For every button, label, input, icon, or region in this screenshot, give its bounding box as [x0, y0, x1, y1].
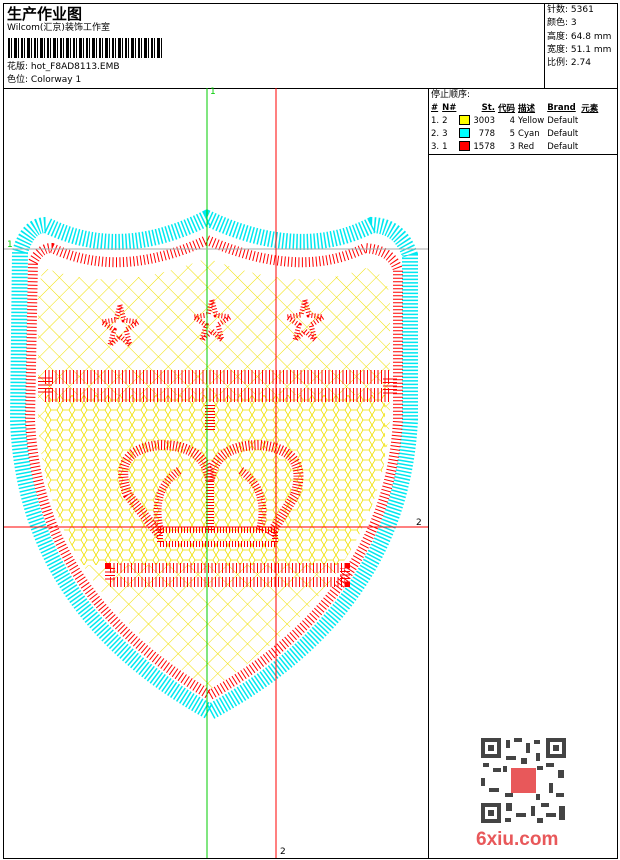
guide-label-1-top: 1 [210, 87, 216, 97]
guide-label-2-right: 2 [416, 518, 422, 528]
shield-design [9, 209, 418, 722]
production-worksheet: 生产作业图 Wilcom(汇京)装饰工作室 花版: hot_F8AD8113.E… [0, 0, 620, 860]
guide-label-2-bottom: 2 [280, 847, 286, 857]
qr-code [481, 738, 566, 823]
embroidery-preview [4, 88, 428, 858]
guide-label-1-left: 1 [7, 240, 13, 250]
watermark-logo: 6xiu.com [476, 829, 559, 850]
qr-center-logo [511, 768, 536, 793]
